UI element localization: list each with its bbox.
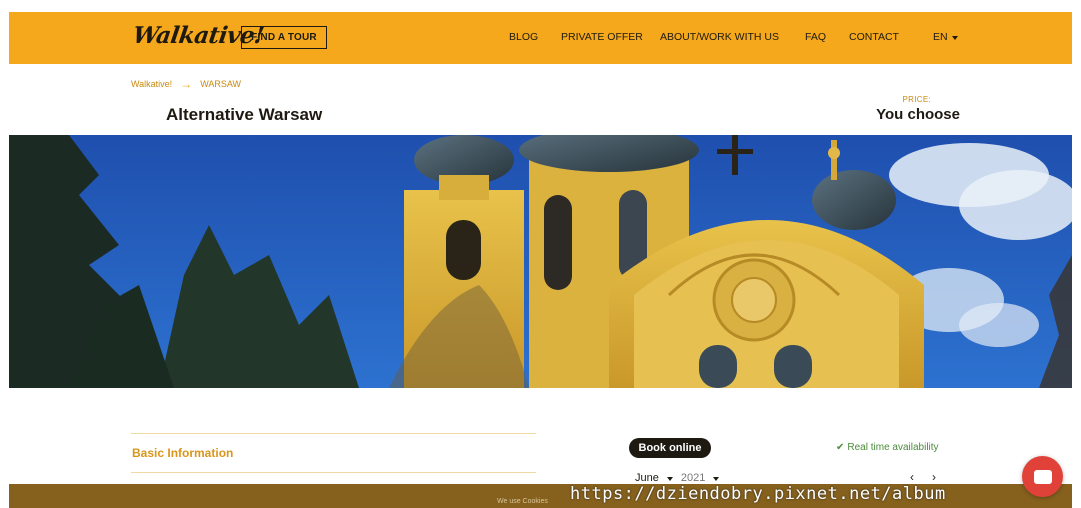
check-icon: ✔ [836, 442, 845, 453]
divider-top [131, 433, 536, 434]
year-label[interactable]: 2021 [681, 472, 705, 484]
price-label: PRICE: [902, 95, 931, 104]
next-month-icon[interactable]: › [932, 470, 936, 484]
divider-bottom [131, 472, 536, 473]
book-online-button[interactable]: Book online [629, 438, 711, 458]
nav-item-private-offer[interactable]: PRIVATE OFFER [561, 31, 643, 43]
availability-text: Real time availability [847, 442, 939, 453]
calendar-navigation: ‹ › [910, 470, 936, 484]
nav-item-about[interactable]: ABOUT/WORK WITH US [660, 31, 779, 43]
real-time-availability: ✔ Real time availability [836, 442, 939, 453]
cookie-text: We use Cookies [497, 498, 548, 505]
prev-month-icon[interactable]: ‹ [910, 470, 914, 484]
calendar-month-selector[interactable]: June 2021 [635, 472, 720, 484]
find-a-tour-button[interactable]: FIND A TOUR [241, 26, 327, 49]
top-header: Walkative! FIND A TOUR BLOG PRIVATE OFFE… [0, 0, 1081, 66]
page-title: Alternative Warsaw [166, 105, 323, 124]
nav-item-blog[interactable]: BLOG [509, 31, 538, 43]
breadcrumb-current[interactable]: WARSAW [200, 79, 241, 89]
chevron-down-icon [951, 35, 958, 40]
language-label: EN [933, 31, 948, 43]
arrow-right-icon: → [180, 77, 193, 91]
chevron-down-icon [713, 476, 720, 481]
month-label[interactable]: June [635, 472, 659, 484]
watermark-url: https://dziendobry.pixnet.net/album [570, 484, 946, 504]
main-navigation: Walkative! FIND A TOUR BLOG PRIVATE OFFE… [9, 12, 1072, 64]
basic-information-heading: Basic Information [132, 446, 234, 460]
hero-image [9, 135, 1072, 388]
chat-bubble-icon [1033, 469, 1052, 484]
chevron-down-icon [666, 476, 673, 481]
orthodox-church-photo [9, 135, 1072, 388]
breadcrumb: Walkative! → WARSAW [131, 77, 241, 91]
nav-item-faq[interactable]: FAQ [805, 31, 826, 43]
price-value: You choose [876, 106, 960, 123]
language-selector[interactable]: EN [933, 31, 958, 43]
chat-button[interactable] [1022, 456, 1063, 497]
breadcrumb-home[interactable]: Walkative! [131, 79, 172, 89]
nav-item-contact[interactable]: CONTACT [849, 31, 899, 43]
